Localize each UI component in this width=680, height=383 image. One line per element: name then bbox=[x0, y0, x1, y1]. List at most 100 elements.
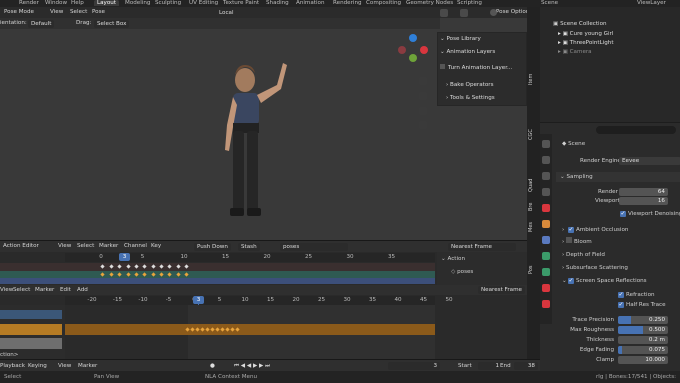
menu-key[interactable]: Key bbox=[151, 241, 161, 251]
nla-track[interactable] bbox=[0, 338, 62, 349]
channel-row[interactable] bbox=[0, 263, 435, 271]
tab-quad[interactable]: Quad bbox=[528, 176, 539, 194]
tab-mes[interactable]: Mes bbox=[528, 220, 539, 234]
tab-bre[interactable]: Bre bbox=[528, 200, 539, 214]
end-field[interactable]: 38 bbox=[514, 362, 538, 370]
refraction-checkbox[interactable] bbox=[618, 291, 624, 298]
data-props-icon[interactable] bbox=[542, 284, 550, 292]
xray-icon[interactable] bbox=[460, 8, 468, 17]
ssr-panel[interactable]: ⌄ bbox=[562, 276, 567, 286]
gizmo-y-axis[interactable] bbox=[409, 54, 417, 62]
tab-animation[interactable]: Animation bbox=[293, 0, 328, 6]
outliner-scene-collection[interactable]: ▣ Scene Collection bbox=[553, 20, 607, 29]
nla-snap-dropdown[interactable]: Nearest Frame bbox=[478, 286, 525, 294]
zoom-icon[interactable] bbox=[419, 77, 427, 85]
tab-layout[interactable]: Layout bbox=[94, 0, 120, 6]
editor-mode-dropdown[interactable]: Action Editor bbox=[3, 241, 39, 251]
menu-marker[interactable]: Marker bbox=[35, 285, 54, 295]
gizmo-x-axis[interactable] bbox=[420, 46, 428, 54]
tab-cgc[interactable]: CGC bbox=[528, 126, 539, 144]
tab-rendering[interactable]: Rendering bbox=[330, 0, 365, 6]
action-panel-value[interactable]: ◇ poses bbox=[451, 267, 473, 277]
tab-scripting[interactable]: Scripting bbox=[454, 0, 485, 6]
push-down-button[interactable]: Push Down bbox=[194, 242, 231, 251]
turn-animation-layer[interactable]: Turn Animation Layer... bbox=[440, 63, 526, 73]
menu-channel[interactable]: Channel bbox=[124, 241, 147, 251]
checkbox-icon[interactable] bbox=[440, 64, 445, 69]
outliner-item[interactable]: ▸ ▣ ThreePointLight bbox=[558, 39, 614, 48]
menu-view[interactable]: View bbox=[0, 285, 13, 295]
orientation-dropdown[interactable]: Default bbox=[28, 19, 55, 28]
viewport-samples-field[interactable]: 16 bbox=[619, 197, 668, 205]
tab-uv-editing[interactable]: UV Editing bbox=[186, 0, 221, 6]
output-props-icon[interactable] bbox=[542, 172, 550, 180]
tab-item[interactable]: Item bbox=[528, 70, 539, 88]
prop-field-value[interactable]: 0.2 m bbox=[618, 336, 668, 344]
menu-add[interactable]: Add bbox=[77, 285, 88, 295]
scene-props-icon[interactable] bbox=[542, 188, 550, 196]
menu-marker[interactable]: Marker bbox=[99, 241, 118, 251]
shading-solid-icon[interactable] bbox=[490, 8, 497, 16]
nla-current-frame[interactable]: 3 bbox=[193, 296, 204, 304]
menu-help[interactable]: Help bbox=[68, 0, 87, 6]
current-frame-field[interactable]: 3 bbox=[388, 362, 440, 370]
nla-action-strip[interactable] bbox=[65, 324, 435, 335]
action-selector[interactable]: poses bbox=[280, 242, 348, 251]
tab-modeling[interactable]: Modeling bbox=[122, 0, 153, 6]
mode-selector[interactable]: Pose Mode bbox=[4, 7, 34, 17]
pan-hand-icon[interactable] bbox=[419, 92, 427, 100]
prop-field-value[interactable]: 0.500 bbox=[618, 326, 668, 334]
tab-texture-paint[interactable]: Texture Paint bbox=[220, 0, 262, 6]
menu-edit[interactable]: Edit bbox=[60, 285, 71, 295]
depth-of-field-panel[interactable]: › Depth of Field bbox=[562, 250, 605, 260]
render-props-icon[interactable] bbox=[542, 156, 550, 164]
tab-pos[interactable]: Pos bbox=[528, 263, 539, 277]
material-props-icon[interactable] bbox=[542, 300, 550, 308]
prop-field-value[interactable]: 10.000 bbox=[618, 356, 668, 364]
navigation-gizmo[interactable] bbox=[398, 34, 428, 66]
render-engine-dropdown[interactable]: Eevee bbox=[619, 157, 680, 165]
tool-props-icon[interactable] bbox=[542, 140, 550, 148]
tools-settings-panel[interactable]: › Tools & Settings bbox=[446, 93, 532, 103]
overlay-icon[interactable] bbox=[440, 8, 448, 17]
outliner-item[interactable]: ▸ ▣ Camera bbox=[558, 48, 592, 57]
tab-shading[interactable]: Shading bbox=[263, 0, 292, 6]
snap-dropdown[interactable]: Nearest Frame bbox=[448, 242, 516, 251]
object-props-icon[interactable] bbox=[542, 220, 550, 228]
view-layer-selector[interactable]: ViewLayer bbox=[634, 0, 669, 6]
sampling-label[interactable]: ⌄ Sampling bbox=[560, 172, 593, 182]
bloom-checkbox[interactable] bbox=[566, 237, 573, 243]
gizmo-neg-x[interactable] bbox=[398, 46, 406, 54]
current-frame-marker[interactable]: 3 bbox=[119, 253, 130, 261]
gizmo-z-axis[interactable] bbox=[409, 34, 417, 42]
menu-window[interactable]: Window bbox=[42, 0, 70, 6]
tab-geometry-nodes[interactable]: Geometry Nodes bbox=[403, 0, 456, 6]
ssr-checkbox[interactable] bbox=[568, 277, 574, 284]
action-panel-title[interactable]: ⌄ Action bbox=[441, 254, 465, 264]
menu-select[interactable]: Select bbox=[13, 285, 30, 295]
menu-select[interactable]: Select bbox=[70, 7, 87, 17]
channel-row[interactable] bbox=[0, 278, 435, 284]
half-res-checkbox[interactable] bbox=[618, 301, 624, 308]
tab-sculpting[interactable]: Sculpting bbox=[152, 0, 184, 6]
menu-view[interactable]: View bbox=[50, 7, 63, 17]
bake-operators-panel[interactable]: › Bake Operators bbox=[446, 80, 532, 90]
sss-panel[interactable]: › Subsurface Scattering bbox=[562, 263, 628, 273]
transform-orientation[interactable]: Local bbox=[216, 8, 237, 17]
render-samples-field[interactable]: 64 bbox=[619, 188, 668, 196]
outliner-item[interactable]: ▸ ▣ Cure young Girl bbox=[558, 30, 613, 39]
channel-row[interactable] bbox=[0, 271, 435, 278]
menu-select[interactable]: Select bbox=[77, 241, 94, 251]
properties-search[interactable] bbox=[596, 126, 676, 134]
physics-props-icon[interactable] bbox=[542, 252, 550, 260]
bloom-panel[interactable]: › Bloom bbox=[562, 237, 592, 247]
menu-pose[interactable]: Pose bbox=[92, 7, 105, 17]
scene-selector[interactable]: Scene bbox=[538, 0, 561, 6]
tab-compositing[interactable]: Compositing bbox=[363, 0, 404, 6]
drag-dropdown[interactable]: Select Box bbox=[94, 19, 130, 28]
ambient-occlusion-checkbox[interactable] bbox=[568, 226, 574, 233]
start-field[interactable]: 1 bbox=[478, 362, 502, 370]
menu-view[interactable]: View bbox=[58, 241, 71, 251]
character-model[interactable] bbox=[215, 55, 295, 225]
nla-track[interactable] bbox=[0, 324, 62, 335]
